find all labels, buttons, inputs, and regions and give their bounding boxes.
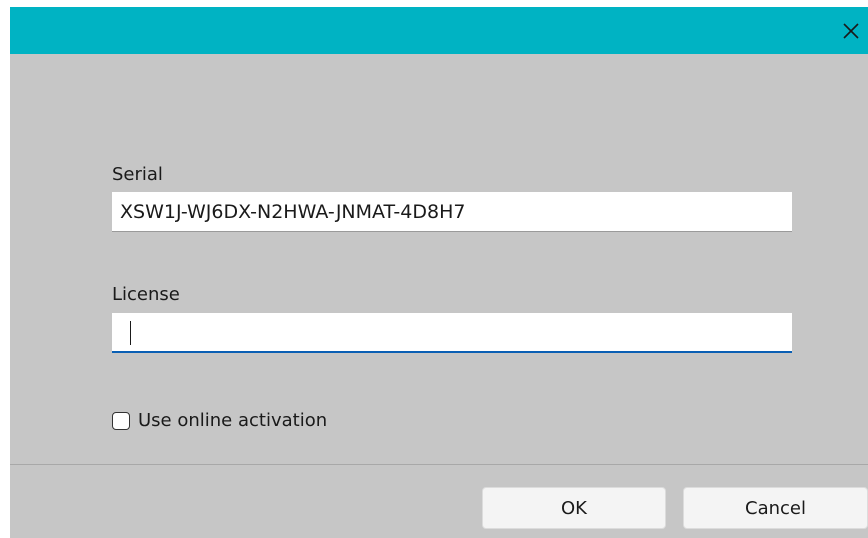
text-caret bbox=[130, 321, 131, 345]
online-activation-label: Use online activation bbox=[138, 410, 328, 431]
dialog-footer: OK Cancel bbox=[10, 465, 868, 538]
license-input[interactable] bbox=[112, 313, 792, 353]
serial-label: Serial bbox=[112, 164, 163, 185]
online-activation-checkbox[interactable]: Use online activation bbox=[112, 410, 327, 431]
serial-input[interactable] bbox=[112, 192, 792, 232]
ok-button[interactable]: OK bbox=[482, 487, 666, 529]
left-edge bbox=[0, 0, 10, 538]
license-label: License bbox=[112, 284, 180, 305]
checkbox-icon[interactable] bbox=[112, 411, 130, 430]
cancel-button[interactable]: Cancel bbox=[683, 487, 868, 529]
dialog-content: Serial License Use online activation bbox=[10, 54, 868, 464]
license-dialog: Serial License Use online activation OK … bbox=[0, 0, 868, 538]
close-icon bbox=[843, 22, 859, 39]
title-bar bbox=[10, 7, 868, 54]
top-edge bbox=[0, 0, 868, 7]
close-button[interactable] bbox=[834, 7, 868, 54]
